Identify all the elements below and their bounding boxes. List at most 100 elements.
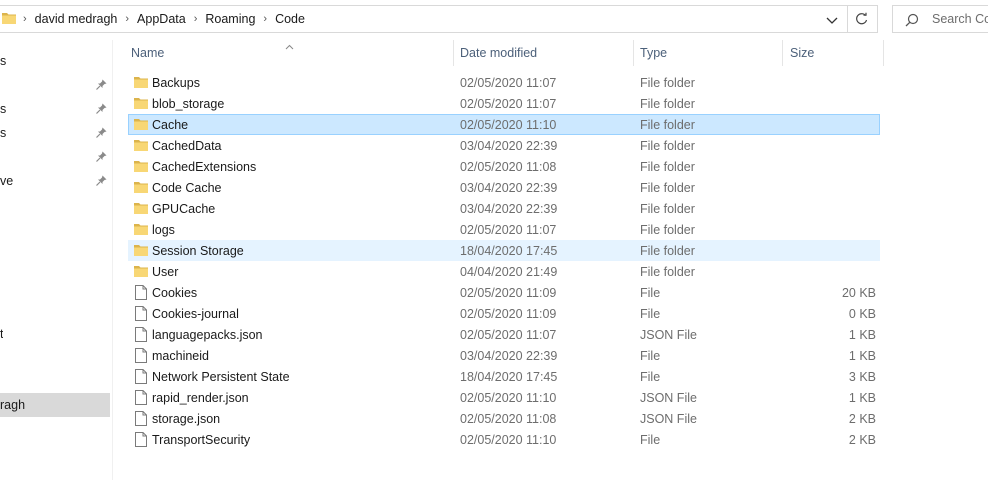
chevron-right-icon[interactable]: › [19, 13, 31, 25]
file-name: Cache [152, 118, 189, 132]
folder-icon [134, 118, 148, 133]
file-name: GPUCache [152, 202, 216, 216]
nav-item-label: s [0, 54, 7, 68]
chevron-right-icon[interactable]: › [259, 13, 271, 25]
divider [847, 6, 848, 32]
file-row[interactable]: Cookies-journal 02/05/2020 11:09 File 0 KB [128, 303, 880, 324]
pin-icon[interactable] [96, 79, 107, 93]
nav-item[interactable]: s [0, 122, 110, 144]
pin-icon[interactable] [96, 103, 107, 117]
chevron-right-icon[interactable]: › [121, 13, 133, 25]
nav-item[interactable]: t [0, 323, 110, 345]
file-date-modified: 18/04/2020 17:45 [460, 244, 558, 258]
file-date-modified: 02/05/2020 11:10 [460, 433, 557, 447]
file-name: Session Storage [152, 244, 244, 258]
chevron-right-icon[interactable]: › [190, 13, 202, 25]
breadcrumb-user[interactable]: david medragh [31, 12, 122, 26]
file-row[interactable]: User 04/04/2020 21:49 File folder [128, 261, 880, 282]
file-name: Code Cache [152, 181, 222, 195]
nav-item-selected[interactable]: ragh [0, 393, 110, 417]
folder-icon [2, 12, 16, 27]
sort-ascending-icon [285, 39, 294, 53]
folder-icon [134, 97, 148, 112]
file-type: File folder [640, 181, 695, 195]
nav-item[interactable]: s [0, 98, 110, 120]
file-row[interactable]: languagepacks.json 02/05/2020 11:07 JSON F… [128, 324, 880, 345]
file-row[interactable]: Backups 02/05/2020 11:07 File folder [128, 72, 880, 93]
file-row[interactable]: CachedExtensions 02/05/2020 11:08 File fol… [128, 156, 880, 177]
file-date-modified: 18/04/2020 17:45 [460, 370, 558, 384]
column-header-date[interactable]: Date modified [460, 40, 630, 67]
file-row[interactable]: GPUCache 03/04/2020 22:39 File folder [128, 198, 880, 219]
column-header-type[interactable]: Type [640, 40, 780, 67]
column-header-size[interactable]: Size [790, 40, 880, 67]
file-type: File folder [640, 118, 695, 132]
nav-item[interactable]: ve [0, 170, 110, 192]
file-row[interactable]: TransportSecurity 02/05/2020 11:10 File 2 K… [128, 429, 880, 450]
file-row[interactable]: storage.json 02/05/2020 11:08 JSON File 2 K… [128, 408, 880, 429]
file-row[interactable]: blob_storage 02/05/2020 11:07 File folder [128, 93, 880, 114]
file-icon [135, 432, 147, 450]
nav-item[interactable]: s [0, 50, 110, 72]
file-name: User [152, 265, 179, 279]
file-date-modified: 02/05/2020 11:10 [460, 118, 557, 132]
file-name: Backups [152, 76, 200, 90]
file-name: Cookies-journal [152, 307, 239, 321]
column-divider[interactable] [883, 40, 884, 66]
file-date-modified: 02/05/2020 11:09 [460, 307, 557, 321]
file-row[interactable]: machineid 03/04/2020 22:39 File 1 KB [128, 345, 880, 366]
file-row[interactable]: Cookies 02/05/2020 11:09 File 20 KB [128, 282, 880, 303]
search-box[interactable]: Search Code [892, 5, 988, 33]
folder-icon [134, 76, 148, 91]
file-row[interactable]: CachedData 03/04/2020 22:39 File folder [128, 135, 880, 156]
file-icon [135, 369, 147, 387]
pin-icon[interactable] [96, 127, 107, 141]
file-type: File folder [640, 97, 695, 111]
file-type: File folder [640, 223, 695, 237]
file-type: File folder [640, 265, 695, 279]
file-row[interactable]: rapid_render.json 02/05/2020 11:10 JSON Fi… [128, 387, 880, 408]
pin-icon[interactable] [96, 151, 107, 165]
file-date-modified: 02/05/2020 11:10 [460, 391, 557, 405]
search-input[interactable]: Search Code [932, 12, 988, 26]
breadcrumb-roaming[interactable]: Roaming [201, 12, 259, 26]
file-name: TransportSecurity [152, 433, 251, 447]
folder-icon [134, 202, 148, 217]
navigation-pane: s s s ve t ragh [0, 40, 113, 480]
nav-item[interactable] [0, 146, 110, 168]
pin-icon[interactable] [96, 175, 107, 189]
breadcrumb-code[interactable]: Code [271, 12, 309, 26]
file-date-modified: 02/05/2020 11:09 [460, 286, 557, 300]
nav-item-label: t [0, 327, 4, 341]
breadcrumb-appdata[interactable]: AppData [133, 12, 190, 26]
file-row[interactable]: Cache 02/05/2020 11:10 File folder [128, 114, 880, 135]
chevron-down-icon[interactable] [826, 14, 838, 28]
column-divider[interactable] [782, 40, 783, 66]
breadcrumb: › david medragh › AppData › Roaming › Co… [19, 6, 309, 32]
file-type: File [640, 286, 661, 300]
file-date-modified: 02/05/2020 11:08 [460, 412, 557, 426]
file-row[interactable]: Session Storage 18/04/2020 17:45 File fold… [128, 240, 880, 261]
file-icon [135, 306, 147, 324]
file-type: File folder [640, 244, 695, 258]
address-bar[interactable]: › david medragh › AppData › Roaming › Co… [0, 5, 878, 33]
folder-icon [134, 160, 148, 175]
file-type: File folder [640, 139, 695, 153]
column-header-label: Type [640, 46, 668, 60]
file-date-modified: 02/05/2020 11:07 [460, 328, 557, 342]
file-type: File folder [640, 160, 695, 174]
file-row[interactable]: Code Cache 03/04/2020 22:39 File folder [128, 177, 880, 198]
file-date-modified: 02/05/2020 11:07 [460, 97, 557, 111]
file-row[interactable]: logs 02/05/2020 11:07 File folder [128, 219, 880, 240]
folder-icon [134, 181, 148, 196]
file-date-modified: 03/04/2020 22:39 [460, 139, 558, 153]
column-header-label: Size [790, 46, 815, 60]
file-row[interactable]: Network Persistent State 18/04/2020 17:45… [128, 366, 880, 387]
column-divider[interactable] [453, 40, 454, 66]
refresh-icon[interactable] [852, 11, 872, 27]
file-date-modified: 03/04/2020 22:39 [460, 349, 558, 363]
file-size: 1 KB [848, 328, 876, 342]
column-divider[interactable] [633, 40, 634, 66]
file-type: File [640, 370, 661, 384]
nav-item[interactable] [0, 74, 110, 96]
